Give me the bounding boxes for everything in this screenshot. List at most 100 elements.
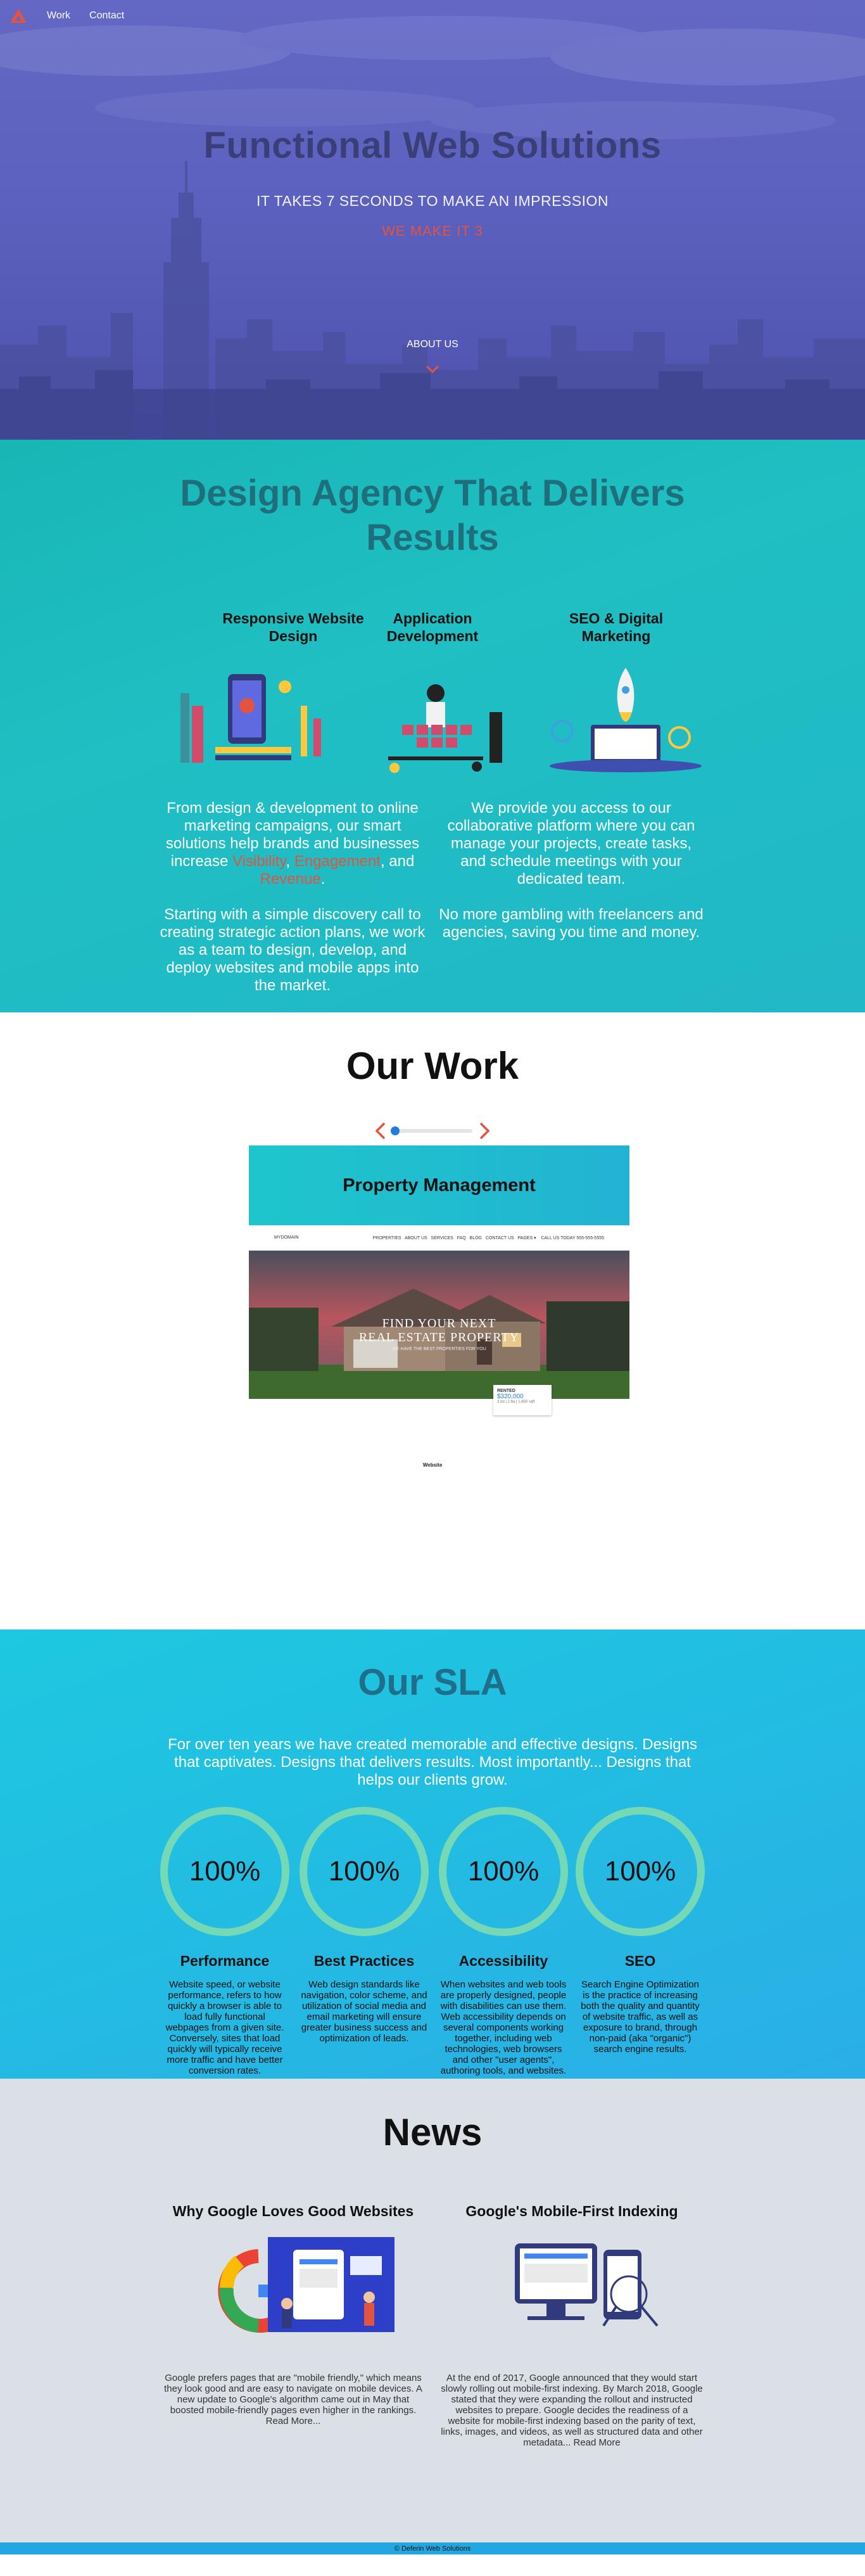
service-seo-marketing: SEO & Digital Marketing [534, 609, 698, 645]
sla-ring-value: 100% [604, 1856, 676, 1887]
service-title-line2: Development [386, 628, 479, 644]
sla-ring-performance: 100% [160, 1807, 289, 1936]
sla-heading-performance: Performance [180, 1953, 270, 1969]
brand-logo[interactable] [9, 6, 28, 25]
mock-site-navbar: MYDOMAIN PROPERTIES ABOUT US SERVICES FA… [249, 1225, 629, 1251]
sla-title: Our SLA [358, 1662, 507, 1703]
mobile-indexing-illustration [515, 2243, 659, 2327]
separator: , and [380, 853, 415, 870]
agency-right-p2: No more gambling with freelancers and ag… [439, 906, 704, 941]
read-more-link[interactable]: Read More [574, 2437, 621, 2448]
service-title-line1: SEO & Digital [569, 610, 664, 627]
agency-right-text: We provide you access to our collaborati… [438, 800, 704, 959]
mock-listing-label: RENTED [497, 1389, 515, 1393]
nav-link-contact[interactable]: Contact [89, 10, 124, 22]
news-text-google-websites: Google prefers pages that are "mobile fr… [160, 2373, 426, 2426]
chevron-right-icon[interactable] [477, 1121, 491, 1140]
sla-text-best-practices: Web design standards like navigation, co… [301, 1979, 427, 2044]
service-title-line1: Application [393, 610, 472, 627]
sla-heading-best-practices: Best Practices [313, 1953, 415, 1969]
mock-listing-card: RENTED $320,000 3 bd | 2 ba | 1,850 sqft [493, 1385, 552, 1415]
mock-menu-item: PAGES ▾ [517, 1235, 536, 1240]
service-title-line2: Marketing [581, 628, 651, 644]
highlight-engagement: Engagement [294, 853, 381, 870]
mock-brand: MYDOMAIN [274, 1235, 299, 1240]
google-logo-illustration [218, 2237, 395, 2333]
hero-tagline: WE MAKE IT 3 [382, 223, 483, 239]
chevron-down-icon[interactable] [425, 364, 440, 374]
our-work-title: Our Work [346, 1045, 519, 1087]
mock-menu: PROPERTIES ABOUT US SERVICES FAQ BLOG CO… [373, 1235, 604, 1240]
news-body: Google prefers pages that are "mobile fr… [164, 2373, 422, 2416]
agency-left-p2: Starting with a simple discovery call to… [160, 906, 426, 994]
service-title-line1: Responsive Website [222, 610, 364, 627]
chevron-left-icon[interactable] [374, 1121, 388, 1140]
work-slider-thumb[interactable] [391, 1126, 400, 1135]
agency-title: Design Agency That Delivers Results [0, 471, 865, 560]
news-section: News Why Google Loves Good Websites Goog… [0, 2079, 865, 2542]
app-development-illustration [388, 684, 502, 773]
service-app-development: Application Development [350, 609, 515, 645]
mock-menu-item: BLOG [469, 1235, 482, 1240]
sla-section: Our SLA For over ten years we have creat… [0, 1629, 865, 2079]
mock-caption-line2: REAL ESTATE PROPERTY [358, 1330, 520, 1344]
site-footer: © Deferin Web Solutions [0, 2542, 865, 2554]
nav-link-work[interactable]: Work [47, 10, 70, 22]
news-heading-google-websites[interactable]: Why Google Loves Good Websites [160, 2203, 426, 2220]
sla-heading-seo: SEO [624, 1953, 656, 1969]
mock-caption-line1: FIND YOUR NEXT [382, 1317, 496, 1330]
project-card-header: Property Management [249, 1145, 629, 1225]
city-skyline [0, 161, 865, 440]
sla-ring-seo: 100% [576, 1807, 705, 1936]
hero-title: Functional Web Solutions [203, 125, 662, 166]
mock-hero-caption: FIND YOUR NEXT REAL ESTATE PROPERTY [249, 1317, 629, 1344]
work-slider-track[interactable] [393, 1129, 472, 1133]
read-more-link[interactable]: Read More... [266, 2416, 321, 2426]
service-title-line2: Design [268, 628, 318, 644]
highlight-visibility: Visibility [232, 853, 286, 870]
agency-left-text: From design & development to online mark… [160, 800, 426, 1012]
mock-hero-image: FIND YOUR NEXT REAL ESTATE PROPERTY WE H… [249, 1251, 629, 1399]
mock-listing-price: $320,000 [497, 1393, 524, 1400]
agency-title-line1: Design Agency That Delivers [180, 473, 685, 514]
news-text-mobile-first: At the end of 2017, Google announced tha… [439, 2373, 705, 2448]
sla-heading-accessibility: Accessibility [458, 1953, 548, 1969]
mock-hero-small: WE HAVE THE BEST PROPERTIES FOR YOU [392, 1347, 486, 1351]
news-heading-mobile-first[interactable]: Google's Mobile-First Indexing [439, 2203, 705, 2220]
top-navbar: Work Contact [0, 0, 865, 32]
copyright-text: © Deferin Web Solutions [394, 2544, 471, 2553]
service-title: SEO & Digital Marketing [534, 609, 698, 645]
hero-subtitle: IT TAKES 7 SECONDS TO MAKE AN IMPRESSION [256, 193, 609, 209]
mock-menu-item: PROPERTIES [372, 1235, 401, 1240]
sla-text-accessibility: When websites and web tools are properly… [440, 1979, 567, 2076]
sla-ring-value: 100% [328, 1856, 400, 1887]
mock-menu-item: CONTACT US [485, 1235, 514, 1240]
agency-right-p1: We provide you access to our collaborati… [447, 800, 695, 888]
highlight-revenue: Revenue [260, 870, 321, 888]
sla-ring-value: 100% [467, 1856, 540, 1887]
sla-text-performance: Website speed, or website performance, r… [165, 1979, 284, 2076]
sla-ring-accessibility: 100% [439, 1807, 568, 1936]
logo-icon [10, 9, 27, 23]
service-title: Application Development [350, 609, 515, 645]
agency-title-line2: Results [366, 517, 499, 558]
mock-menu-item: ABOUT US [405, 1235, 427, 1240]
about-us-link[interactable]: ABOUT US [0, 339, 865, 350]
project-website-link[interactable]: Website [0, 1462, 865, 1468]
sla-intro: For over ten years we have created memor… [168, 1736, 697, 1789]
project-screenshot[interactable]: MYDOMAIN PROPERTIES ABOUT US SERVICES FA… [249, 1225, 629, 1437]
mock-listing-meta: 3 bd | 2 ba | 1,850 sqft [497, 1400, 535, 1404]
agency-left-p1: From design & development to online mark… [160, 800, 426, 888]
mock-menu-item: FAQ [457, 1235, 466, 1240]
separator: , [286, 853, 294, 870]
mock-phone: CALL US TODAY 555-555-5555 [541, 1235, 604, 1240]
sla-ring-best-practices: 100% [300, 1807, 429, 1936]
responsive-design-illustration [180, 674, 321, 763]
sla-ring-value: 100% [189, 1856, 261, 1887]
mock-menu-item: SERVICES [431, 1235, 453, 1240]
project-card-title: Property Management [343, 1175, 536, 1196]
hero-section: Work Contact Functional Web Solutions IT… [0, 0, 865, 440]
sla-text-seo: Search Engine Optimization is the practi… [581, 1979, 700, 2055]
period: . [320, 870, 325, 888]
agency-section: Design Agency That Delivers Results Resp… [0, 440, 865, 1012]
